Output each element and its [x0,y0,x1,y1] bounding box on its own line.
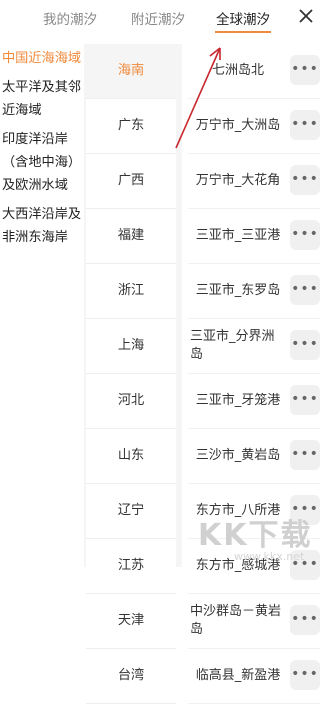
close-icon[interactable] [296,4,316,26]
annotation-arrow-icon [175,47,221,149]
more-icon[interactable]: ••• [290,165,320,195]
tab-global-tides[interactable]: 全球潮汐 [203,8,283,28]
station-row: 万宁市_大花角 ••• [188,154,320,209]
province-list: 海南 广东 广西 福建 浙江 上海 河北 山东 辽宁 江苏 天津 台湾 [84,44,182,704]
province-item-shanghai[interactable]: 上海 [86,319,176,374]
more-icon[interactable]: ••• [290,55,320,85]
region-item-indian-ocean[interactable]: 印度洋沿岸（含地中海）及欧洲水域 [0,125,84,200]
province-item-liaoning[interactable]: 辽宁 [86,484,176,539]
province-item-zhejiang[interactable]: 浙江 [86,264,176,319]
province-item-hebei[interactable]: 河北 [86,374,176,429]
region-item-pacific[interactable]: 太平洋及其邻近海域 [0,73,84,125]
region-list: 中国近海海域 太平洋及其邻近海域 印度洋沿岸（含地中海）及欧洲水域 大西洋沿岸及… [0,44,84,567]
more-icon[interactable]: ••• [290,385,320,415]
province-item-guangdong[interactable]: 广东 [86,99,176,154]
station-name[interactable]: 三亚市_东罗岛 [190,264,286,318]
tab-nearby-tides[interactable]: 附近潮汐 [118,8,198,28]
tab-my-tides[interactable]: 我的潮汐 [30,8,110,28]
station-row: 三亚市_分界洲岛 ••• [188,319,320,374]
station-row: 三亚市_东罗岛 ••• [188,264,320,319]
region-item-china-seas[interactable]: 中国近海海域 [0,44,84,73]
watermark: KK下载 www.kkx.net [190,510,318,566]
station-name[interactable]: 中沙群岛－黄岩岛 [190,594,286,648]
station-name[interactable]: 三沙市_黄岩岛 [190,429,286,483]
station-row: 临高县_新盈港 ••• [188,649,320,704]
province-item-guangxi[interactable]: 广西 [86,154,176,209]
province-item-tianjin[interactable]: 天津 [86,594,176,649]
station-row: 三亚市_三亚港 ••• [188,209,320,264]
more-icon[interactable]: ••• [290,440,320,470]
province-item-fujian[interactable]: 福建 [86,209,176,264]
more-icon[interactable]: ••• [290,110,320,140]
region-item-atlantic[interactable]: 大西洋沿岸及非洲东海岸 [0,200,84,252]
station-row: 三沙市_黄岩岛 ••• [188,429,320,484]
station-name[interactable]: 三亚市_牙笼港 [190,374,286,428]
province-item-taiwan[interactable]: 台湾 [86,649,176,704]
tab-bar: 我的潮汐 附近潮汐 全球潮汐 [0,0,320,36]
tab-active-indicator [215,31,271,33]
watermark-url: www.kkx.net [234,550,305,563]
province-item-shandong[interactable]: 山东 [86,429,176,484]
watermark-logo: KK下载 [198,518,313,553]
more-icon[interactable]: ••• [290,605,320,635]
station-name[interactable]: 临高县_新盈港 [190,649,286,703]
station-name[interactable]: 三亚市_分界洲岛 [190,319,286,373]
more-icon[interactable]: ••• [290,275,320,305]
province-item-hainan[interactable]: 海南 [86,44,176,99]
more-icon[interactable]: ••• [290,660,320,690]
more-icon[interactable]: ••• [290,220,320,250]
station-row: 三亚市_牙笼港 ••• [188,374,320,429]
station-name[interactable]: 三亚市_三亚港 [190,209,286,263]
station-row: 中沙群岛－黄岩岛 ••• [188,594,320,649]
station-name[interactable]: 万宁市_大花角 [190,154,286,208]
more-icon[interactable]: ••• [290,330,320,360]
